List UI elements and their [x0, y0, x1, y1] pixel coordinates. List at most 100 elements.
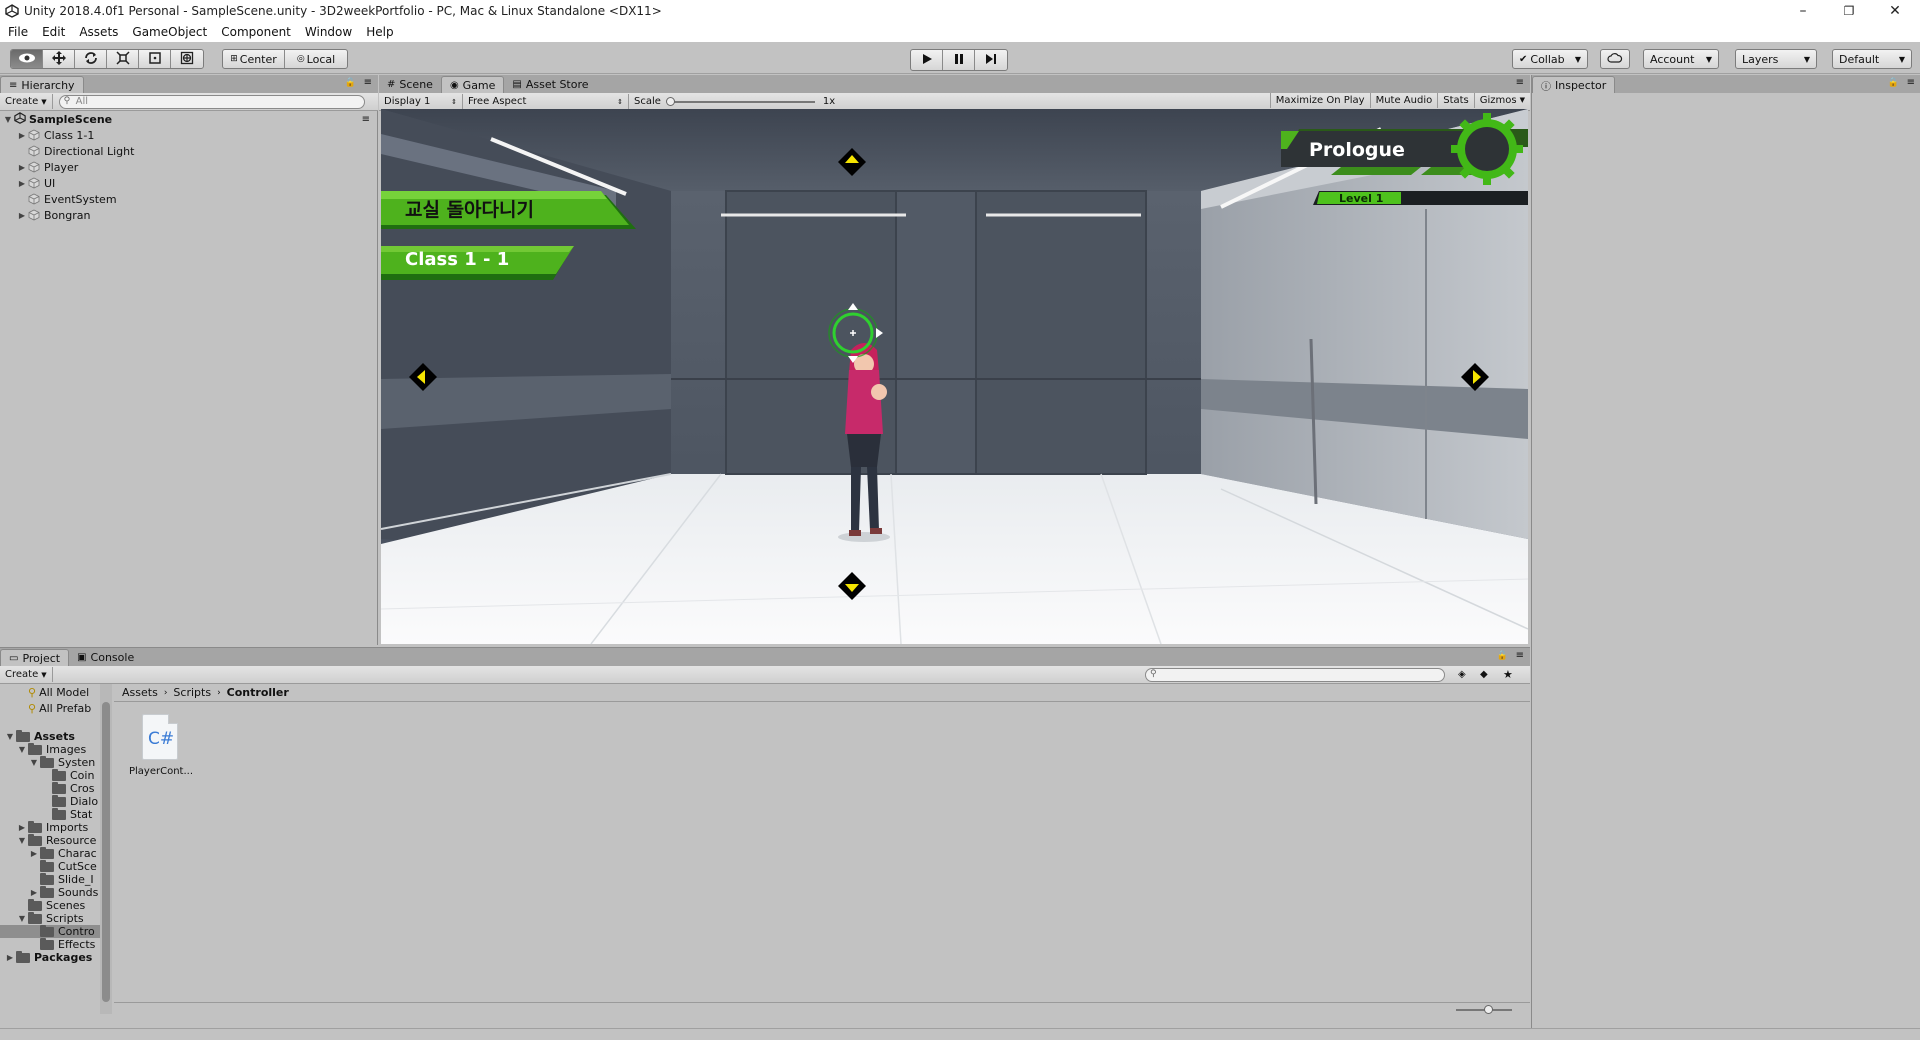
rect-tool-button[interactable]	[139, 50, 171, 68]
asset-folder-row[interactable]: Coin	[0, 768, 100, 782]
asset-folder-row[interactable]: Slide_I	[0, 872, 100, 886]
tree-scrollbar-thumb[interactable]	[102, 702, 110, 1002]
panel-menu-icon[interactable]: ≡	[1516, 650, 1524, 661]
hierarchy-search-input[interactable]: ⚲ All	[58, 94, 365, 109]
move-tool-button[interactable]	[43, 50, 75, 68]
nav-arrow-up-icon[interactable]	[837, 147, 867, 180]
pivot-center-button[interactable]: ⊞ Center	[223, 50, 286, 68]
expand-arrow-icon[interactable]: ▶	[16, 211, 28, 220]
icon-size-slider-thumb[interactable]	[1484, 1005, 1493, 1014]
expand-arrow-icon[interactable]: ▼	[28, 758, 40, 767]
favorite-star-icon[interactable]: ★	[1503, 668, 1513, 681]
menu-gameobject[interactable]: GameObject	[132, 25, 207, 39]
hierarchy-item[interactable]: ▶ Bongran	[16, 207, 91, 223]
maximize-on-play-toggle[interactable]: Maximize On Play	[1269, 92, 1371, 108]
expand-arrow-icon[interactable]: ▶	[16, 131, 28, 140]
gizmos-dropdown[interactable]: Gizmos ▼	[1475, 93, 1530, 108]
breadcrumb-assets[interactable]: Assets	[122, 686, 158, 699]
expand-arrow-icon[interactable]: ▶	[16, 179, 28, 188]
hierarchy-item[interactable]: Directional Light	[16, 143, 134, 159]
menu-component[interactable]: Component	[221, 25, 291, 39]
asset-folder-row[interactable]: ▼ Scripts	[0, 911, 100, 925]
maximize-button[interactable]: ❐	[1826, 0, 1872, 22]
project-create-button[interactable]: Create ▼	[0, 667, 53, 682]
pause-button[interactable]	[943, 50, 975, 70]
breadcrumb-scripts[interactable]: Scripts	[173, 686, 211, 699]
icon-size-slider[interactable]	[1456, 1005, 1512, 1014]
nav-arrow-down-icon[interactable]	[837, 571, 867, 604]
expand-arrow-icon[interactable]: ▼	[2, 115, 14, 124]
transform-tool-button[interactable]	[171, 50, 203, 68]
stats-toggle[interactable]: Stats	[1438, 92, 1475, 108]
cloud-button[interactable]	[1600, 49, 1630, 69]
play-button[interactable]	[911, 50, 943, 70]
hierarchy-scene-row[interactable]: ▼ SampleScene ≡	[2, 111, 376, 127]
scene-menu-icon[interactable]: ≡	[362, 114, 370, 125]
asset-folder-row[interactable]: ▶ Imports	[0, 820, 100, 834]
close-button[interactable]: ✕	[1872, 0, 1918, 22]
tab-project[interactable]: ▭ Project	[0, 649, 70, 666]
asset-folder-row[interactable]: Contro	[0, 924, 100, 938]
nav-arrow-right-icon[interactable]	[1460, 362, 1490, 395]
tree-scrollbar[interactable]	[100, 684, 112, 1014]
tab-inspector[interactable]: ⓘ Inspector	[1532, 76, 1616, 93]
lock-icon[interactable]: 🔒	[1888, 78, 1899, 88]
menu-help[interactable]: Help	[366, 25, 393, 39]
expand-arrow-icon[interactable]: ▶	[16, 823, 28, 832]
panel-menu-icon[interactable]: ≡	[1907, 77, 1915, 88]
expand-arrow-icon[interactable]: ▼	[16, 914, 28, 923]
hierarchy-item[interactable]: ▶ UI	[16, 175, 55, 191]
asset-folder-row[interactable]: Effects	[0, 937, 100, 951]
asset-file-item[interactable]: C# PlayerCont...	[125, 710, 195, 790]
aspect-dropdown[interactable]: Free Aspect ⇕	[463, 94, 629, 109]
mute-audio-toggle[interactable]: Mute Audio	[1371, 92, 1439, 108]
asset-folder-row[interactable]: ▼ Systen	[0, 755, 100, 769]
step-button[interactable]	[975, 50, 1007, 70]
layers-dropdown[interactable]: Layers ▼	[1735, 49, 1817, 69]
collab-dropdown[interactable]: ✔ Collab ▼	[1512, 49, 1588, 69]
display-dropdown[interactable]: Display 1 ⇕	[379, 94, 463, 109]
lock-icon[interactable]: 🔒	[345, 78, 356, 88]
layout-dropdown[interactable]: Default ▼	[1832, 49, 1912, 69]
expand-arrow-icon[interactable]: ▶	[28, 888, 40, 897]
filter-label-icon[interactable]: ◆	[1480, 669, 1488, 680]
expand-arrow-icon[interactable]: ▶	[16, 163, 28, 172]
tab-hierarchy[interactable]: ≡ Hierarchy	[0, 76, 84, 93]
view-tool-button[interactable]	[11, 50, 43, 68]
menu-edit[interactable]: Edit	[42, 25, 65, 39]
asset-folder-row[interactable]: ▼ Resource	[0, 833, 100, 847]
filter-type-icon[interactable]: ◈	[1458, 669, 1466, 680]
asset-folder-row[interactable]: Stat	[0, 807, 100, 821]
expand-arrow-icon[interactable]: ▶	[4, 953, 16, 962]
minimize-button[interactable]: –	[1780, 0, 1826, 22]
asset-folder-row[interactable]: ▼ Assets	[0, 729, 100, 743]
tab-console[interactable]: ▣ Console	[69, 649, 142, 666]
expand-arrow-icon[interactable]: ▼	[16, 745, 28, 754]
game-viewport[interactable]: 교실 돌아다니기 Class 1 - 1 Prologue Level 1	[381, 109, 1528, 644]
asset-folder-row[interactable]: Cros	[0, 781, 100, 795]
asset-folder-row[interactable]: Scenes	[0, 898, 100, 912]
tab-scene[interactable]: # Scene	[379, 76, 441, 93]
scale-tool-button[interactable]	[107, 50, 139, 68]
project-search-input[interactable]: ⚲	[1145, 667, 1445, 682]
pivot-local-button[interactable]: ◎ Local	[285, 50, 347, 68]
asset-folder-row[interactable]: Dialo	[0, 794, 100, 808]
menu-assets[interactable]: Assets	[79, 25, 118, 39]
hierarchy-create-button[interactable]: Create ▼	[0, 94, 53, 109]
panel-menu-icon[interactable]: ≡	[364, 77, 372, 88]
asset-folder-row[interactable]: CutSce	[0, 859, 100, 873]
hierarchy-item[interactable]: EventSystem	[16, 191, 117, 207]
hierarchy-item[interactable]: ▶ Class 1-1	[16, 127, 94, 143]
asset-folder-row[interactable]: ▶ Sounds	[0, 885, 100, 899]
account-dropdown[interactable]: Account ▼	[1643, 49, 1719, 69]
asset-folder-row[interactable]: ▶ Charac	[0, 846, 100, 860]
breadcrumb-controller[interactable]: Controller	[227, 686, 289, 699]
tab-asset-store[interactable]: ▤ Asset Store	[504, 76, 596, 93]
asset-folder-row[interactable]: ▶ Packages	[0, 950, 100, 964]
expand-arrow-icon[interactable]: ▶	[28, 849, 40, 858]
nav-arrow-left-icon[interactable]	[408, 362, 438, 395]
asset-folder-row[interactable]: ▼ Images	[0, 742, 100, 756]
rotate-tool-button[interactable]	[75, 50, 107, 68]
scale-slider-thumb[interactable]	[665, 96, 675, 106]
menu-window[interactable]: Window	[305, 25, 352, 39]
